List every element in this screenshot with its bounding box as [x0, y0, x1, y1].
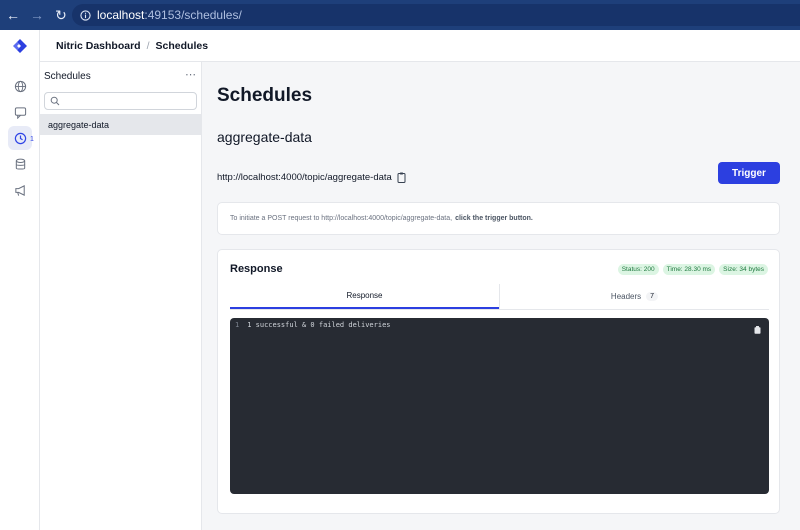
url-path: :49153/schedules/: [144, 8, 242, 22]
schedule-list-item[interactable]: aggregate-data: [40, 114, 201, 135]
breadcrumb-section[interactable]: Schedules: [156, 40, 209, 52]
endpoint-url-text: http://localhost:4000/topic/aggregate-da…: [217, 172, 392, 183]
info-text: To initiate a POST request to http://loc…: [230, 215, 453, 222]
schedules-panel: Schedules ⋯ aggregate-data: [40, 62, 202, 530]
database-icon[interactable]: [8, 152, 32, 176]
reload-icon[interactable]: ↻: [50, 4, 72, 26]
breadcrumb: Nitric Dashboard / Schedules: [40, 30, 800, 62]
schedules-count-badge: 1: [30, 136, 34, 143]
main-content: Schedules aggregate-data http://localhos…: [202, 62, 800, 530]
response-tabs: Response Headers 7: [230, 284, 769, 310]
response-badges: Status: 200 Time: 28.30 ms Size: 34 byte…: [617, 264, 768, 275]
response-title: Response: [230, 263, 283, 275]
tab-headers[interactable]: Headers 7: [499, 284, 769, 309]
endpoint-url: http://localhost:4000/topic/aggregate-da…: [217, 172, 406, 183]
response-body-editor[interactable]: 1 1 successful & 0 failed deliveries: [230, 318, 769, 494]
schedule-list-item-label: aggregate-data: [48, 119, 110, 130]
chat-icon[interactable]: [8, 100, 32, 124]
page-title: Schedules: [217, 85, 313, 106]
code-line: 1 1 successful & 0 failed deliveries: [235, 321, 391, 329]
schedule-name: aggregate-data: [217, 129, 312, 145]
tab-response-label: Response: [346, 291, 383, 300]
info-icon: [80, 9, 91, 21]
info-bold-text: click the trigger button.: [455, 215, 533, 222]
trigger-button[interactable]: Trigger: [718, 162, 780, 184]
size-badge: Size: 34 bytes: [719, 264, 768, 275]
back-icon[interactable]: ←: [2, 4, 24, 26]
nitric-logo-icon[interactable]: [12, 38, 28, 54]
headers-count-badge: 7: [646, 292, 659, 301]
breadcrumb-separator: /: [146, 39, 150, 52]
code-line-text: 1 successful & 0 failed deliveries: [247, 321, 391, 329]
breadcrumb-app[interactable]: Nitric Dashboard: [56, 40, 141, 52]
search-input[interactable]: [44, 92, 197, 110]
clipboard-icon[interactable]: [397, 172, 406, 183]
line-number: 1: [235, 321, 240, 329]
url-host: localhost: [97, 8, 145, 22]
response-card: Response Status: 200 Time: 28.30 ms Size…: [217, 249, 780, 514]
megaphone-icon[interactable]: [8, 178, 32, 202]
search-icon: [50, 96, 60, 106]
tab-response[interactable]: Response: [230, 284, 499, 309]
more-options-icon[interactable]: ⋯: [185, 68, 197, 81]
schedules-panel-title: Schedules: [44, 71, 91, 82]
address-bar[interactable]: localhost:49153/schedules/: [72, 4, 800, 26]
forward-icon[interactable]: →: [26, 4, 48, 26]
tab-headers-label: Headers: [610, 292, 642, 301]
browser-toolbar: ← → ↻ localhost:49153/schedules/: [0, 0, 800, 30]
time-badge: Time: 28.30 ms: [662, 264, 716, 275]
clock-icon[interactable]: [8, 126, 32, 150]
info-card: To initiate a POST request to http://loc…: [217, 202, 780, 235]
globe-icon[interactable]: [8, 74, 32, 98]
copy-icon[interactable]: [754, 326, 761, 334]
icon-rail: 1: [0, 30, 40, 530]
status-badge: Status: 200: [617, 264, 659, 275]
